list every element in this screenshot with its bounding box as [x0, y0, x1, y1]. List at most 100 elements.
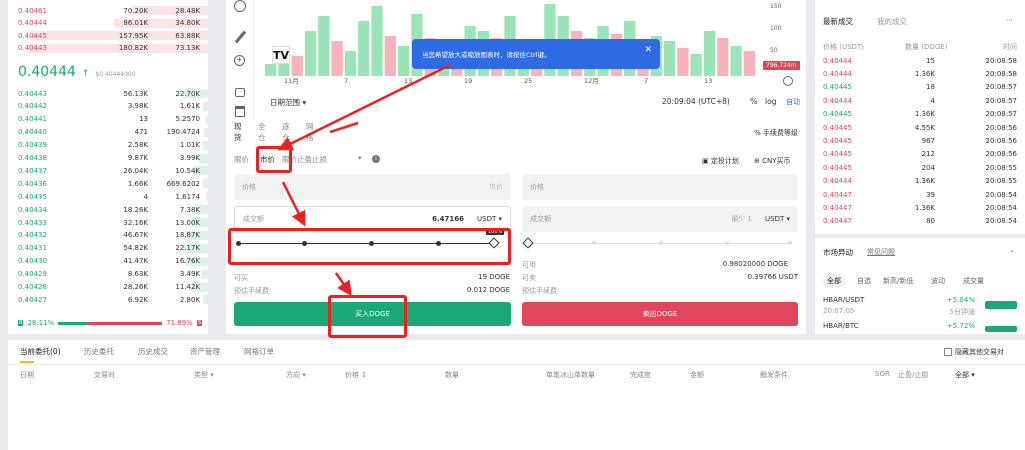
tab-recent-trades[interactable]: 最新成交 — [823, 16, 853, 27]
tab-orders-2[interactable]: 历史成交 — [138, 346, 168, 357]
hide-other-pairs-checkbox[interactable] — [944, 348, 952, 356]
sell-ratio-badge: S — [196, 320, 202, 326]
bid-row[interactable]: 0.40434 18.26K 7.38K — [8, 204, 208, 215]
bid-amount: 26.04K — [123, 166, 148, 175]
bid-total: 16.76K — [175, 257, 200, 266]
tab-mode-3[interactable]: 网格 — [306, 121, 314, 143]
dca-plan-label: 定投计划 — [710, 157, 739, 165]
tab-orders-0[interactable]: 当前委托(0) — [20, 346, 61, 357]
ask-row[interactable]: 0.40445 157.95K 63.88K — [8, 30, 208, 41]
bid-row[interactable]: 0.40429 8.63K 3.49K — [8, 269, 208, 280]
sell-amount-input[interactable]: 成交额 最少 1 USDT ▾ — [522, 206, 798, 232]
bid-row[interactable]: 0.40436 1.66K 669.6202 — [8, 178, 208, 189]
percent-toggle[interactable]: % — [750, 97, 758, 106]
sell-price-input[interactable]: 价格 — [522, 174, 798, 200]
orders-column-header[interactable]: 价格 ↕ — [345, 370, 367, 380]
recent-trades-panel: 最新成交 我的成交 ⋯ 价格 (USDT) 数量 (DOGE) 时间 0.404… — [815, 0, 1025, 234]
bid-row[interactable]: 0.40428 28.26K 11.42K — [8, 282, 208, 293]
ask-row[interactable]: 0.40461 70.20K 28.48K — [8, 5, 208, 16]
sell-slider-mark-25[interactable] — [592, 241, 596, 245]
date-range-button[interactable]: 日期范围 ▾ — [270, 97, 306, 108]
sell-slider-mark-100[interactable] — [788, 241, 792, 245]
sell-slider[interactable] — [522, 237, 792, 252]
bid-total: 2.80K — [179, 295, 200, 304]
bid-row[interactable]: 0.40431 54.82K 22.17K — [8, 243, 208, 254]
bid-depth-bar — [206, 192, 208, 202]
trade-row: 0.40445 18 20:08:57 — [823, 82, 1017, 93]
trade-price: 0.40445 — [823, 136, 852, 145]
volume-bar — [318, 16, 330, 76]
bid-row[interactable]: 0.40427 6.92K 2.80K — [8, 294, 208, 305]
bid-row[interactable]: 0.40439 2.58K 1.01K — [8, 140, 208, 151]
orders-column-header: 触发条件 — [760, 371, 788, 379]
bid-row[interactable]: 0.40441 13 5.2570 — [8, 114, 208, 125]
tab-my-trades[interactable]: 我的成交 — [877, 16, 907, 27]
sell-slider-mark-75[interactable] — [725, 241, 729, 245]
ask-price: 0.40444 — [18, 19, 47, 27]
bid-row[interactable]: 0.40435 4 1.6174 — [8, 191, 208, 202]
bid-row[interactable]: 0.40433 32.16K 13.00K — [8, 217, 208, 228]
fee-level-link[interactable]: % 手续费等级 — [754, 128, 798, 138]
tab-market-move-2[interactable]: 新高/新低 — [879, 274, 917, 288]
bid-row[interactable]: 0.40430 41.47K 16.76K — [8, 256, 208, 267]
info-icon[interactable]: i — [372, 155, 380, 163]
orders-column-header[interactable]: 类型 ▾ — [194, 370, 214, 380]
market-move-item-0[interactable]: HBAR/USDT 20:07:05 +5.04% 5分钟涨 — [823, 296, 1017, 318]
market-move-item-1[interactable]: HBAR/BTC +5.72% — [823, 322, 1017, 334]
volume-bar — [358, 21, 370, 76]
bid-price: 0.40427 — [18, 295, 47, 304]
tooltip-text: 当您希望放大或缩放图表时，请按住Ctrl键。 — [422, 51, 551, 59]
tab-market-move-3[interactable]: 波动 — [927, 274, 949, 288]
tab-order-type-0[interactable]: 限价 — [234, 154, 249, 165]
market-moves-faq-link[interactable]: 常见问题 — [867, 247, 895, 257]
sell-slider-handle[interactable] — [522, 237, 534, 249]
bid-amount: 28.26K — [123, 283, 148, 291]
bid-row[interactable]: 0.40432 46.67K 18.87K — [8, 230, 208, 241]
tab-orders-1[interactable]: 历史委托 — [84, 346, 114, 357]
order-type-dropdown-icon[interactable]: ▾ — [358, 154, 362, 162]
orders-columns: 日期 交易对 类型 ▾ 方向 ▾ 价格 ↕ 数量 单笔冰山单数量 完成度 金额 触发条件 SOR 止盈… — [8, 370, 1025, 382]
orders-column-header[interactable]: 方向 ▾ — [286, 370, 306, 380]
more-icon[interactable]: ⋯ — [1006, 16, 1013, 24]
orders-column-header[interactable]: 全部 ▾ — [955, 370, 975, 380]
tab-orders-3[interactable]: 资产管理 — [190, 346, 220, 357]
hide-other-pairs[interactable]: 隐藏其他交易对 — [944, 347, 1004, 357]
log-toggle[interactable]: log — [765, 97, 776, 106]
cny-buy-link[interactable]: ⊕ CNY买币 — [754, 156, 791, 166]
ask-row[interactable]: 0.40443 180.82K 73.13K — [8, 43, 208, 54]
tab-orders-4[interactable]: 网格订单 — [244, 346, 274, 357]
move-desc: 5分钟涨 — [949, 308, 975, 316]
sell-amount-unit[interactable]: USDT ▾ — [765, 215, 790, 223]
buy-price-input[interactable]: 价格 市价 — [234, 174, 511, 200]
tab-market-move-4[interactable]: 成交量 — [959, 274, 988, 288]
tab-mode-2[interactable]: 逐仓 — [282, 121, 290, 143]
bid-total: 10.54K — [175, 166, 200, 175]
bid-row[interactable]: 0.40438 9.87K 3.99K — [8, 153, 208, 164]
tab-mode-0[interactable]: 现货 — [234, 121, 242, 143]
bid-total: 7.38K — [179, 205, 200, 214]
trade-price: 0.40447 — [823, 203, 852, 212]
auto-toggle[interactable]: 自动 — [786, 97, 800, 107]
sell-slider-mark-50[interactable] — [659, 241, 663, 245]
trade-amount: 212 — [921, 150, 935, 159]
sell-ratio: 71.89% — [166, 319, 193, 327]
x-axis-label: 7 — [644, 77, 648, 85]
tab-market-move-0[interactable]: 全部 — [823, 274, 845, 288]
collapse-icon[interactable]: ⌄ — [1009, 246, 1015, 254]
trade-time: 20:08:56 — [985, 123, 1017, 132]
trade-price: 0.40447 — [823, 190, 852, 199]
dca-plan-link[interactable]: ▣ 定投计划 — [702, 156, 739, 166]
tab-market-move-1[interactable]: 自选 — [853, 274, 875, 288]
sell-doge-button[interactable]: 卖出DOGE — [522, 302, 798, 326]
bid-row[interactable]: 0.40442 3.98K 1.61K — [8, 101, 208, 112]
bid-row[interactable]: 0.40443 56.13K 22.70K — [8, 88, 208, 99]
bid-row[interactable]: 0.40437 26.04K 10.54K — [8, 165, 208, 176]
buy-amount-unit[interactable]: USDT ▾ — [477, 215, 502, 223]
bid-total: 11.42K — [175, 283, 200, 291]
x-axis-label: 13 — [704, 77, 712, 85]
bid-row[interactable]: 0.40440 471 190.4724 — [8, 127, 208, 138]
tab-mode-1[interactable]: 全仓 — [258, 121, 266, 143]
ask-row[interactable]: 0.40444 86.01K 34.80K — [8, 18, 208, 29]
tooltip-close-icon[interactable]: ✕ — [644, 45, 652, 55]
chart-settings-icon[interactable] — [783, 76, 793, 86]
